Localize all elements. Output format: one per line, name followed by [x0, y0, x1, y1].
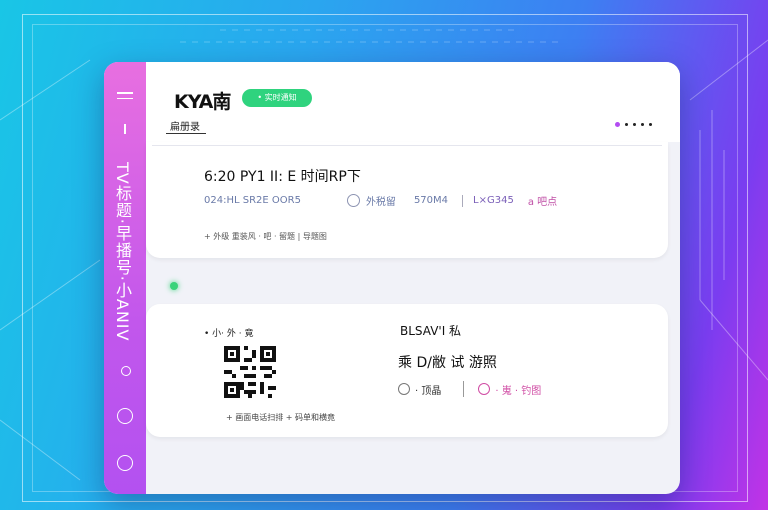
- schedule-meta: + 外级 重装风 · 吧 · 留题 | 导题图: [204, 232, 327, 241]
- ticket-options: · 顶晶 · 嵬 · 钓图: [398, 381, 541, 397]
- qr-caption: + 画面电话扫排 + 码单和横竟: [226, 413, 336, 422]
- ticket-option-2-wrap[interactable]: · 嵬 · 钓图: [478, 382, 541, 397]
- radio-icon[interactable]: [398, 383, 410, 395]
- schedule-time: 6:20 PY1 II: E 时间RP下: [204, 169, 361, 185]
- circle-button-icon[interactable]: [117, 408, 133, 424]
- more-dots-icon[interactable]: [615, 122, 652, 127]
- app-window: TV标题·早播号·小ANIV KYA南 • 实时通知 扁册录 6:20 PY1 …: [104, 62, 680, 494]
- status-dot-icon: [121, 366, 131, 376]
- status-badge[interactable]: • 实时通知: [242, 89, 312, 107]
- page-subtitle: 扁册录: [170, 122, 200, 133]
- option-label-4[interactable]: a 吧点: [528, 193, 557, 208]
- schedule-options-row: 024:HL SR2E OOR5 外税留 570M4 L×G345 a 吧点: [204, 193, 557, 208]
- header: KYA南 • 实时通知 扁册录: [146, 62, 680, 142]
- option-separator: [462, 194, 464, 207]
- option-label-3[interactable]: L×G345: [473, 195, 514, 206]
- ticket-option-2[interactable]: · 嵬 · 钓图: [495, 382, 541, 397]
- sidebar-vertical-text: TV标题·早播号·小ANIV: [113, 162, 132, 342]
- ticket-option-1[interactable]: · 顶晶: [415, 382, 441, 397]
- qr-code-icon[interactable]: [224, 346, 276, 398]
- online-indicator-icon: [170, 282, 178, 290]
- radio-icon[interactable]: [346, 194, 360, 207]
- circle-button-icon-2[interactable]: [117, 455, 133, 471]
- option-separator: [463, 381, 465, 397]
- sidebar: TV标题·早播号·小ANIV: [104, 62, 146, 494]
- menu-icon[interactable]: [117, 92, 133, 100]
- panel-divider: [152, 145, 662, 146]
- ticket-label: • 小· 外 · 竟: [204, 329, 254, 339]
- subtitle-underline: [166, 133, 206, 134]
- ticket-heading: BLSAV'I 私: [400, 324, 462, 338]
- radio-icon-2[interactable]: [478, 383, 491, 395]
- schedule-panel: 6:20 PY1 II: E 时间RP下 024:HL SR2E OOR5 外税…: [146, 142, 668, 258]
- app-logo: KYA南: [174, 91, 231, 113]
- ticket-title: 乘 D/敝 试 游照: [398, 355, 497, 371]
- divider-icon: [124, 124, 126, 134]
- option-label-1[interactable]: 外税留: [366, 193, 396, 208]
- option-label-2[interactable]: 570M4: [414, 195, 448, 206]
- schedule-code: 024:HL SR2E OOR5: [204, 195, 301, 206]
- ticket-panel: • 小· 外 · 竟 + 画面电话扫排 + 码单和横竟 BLSAV'I 私 乘 …: [146, 304, 668, 437]
